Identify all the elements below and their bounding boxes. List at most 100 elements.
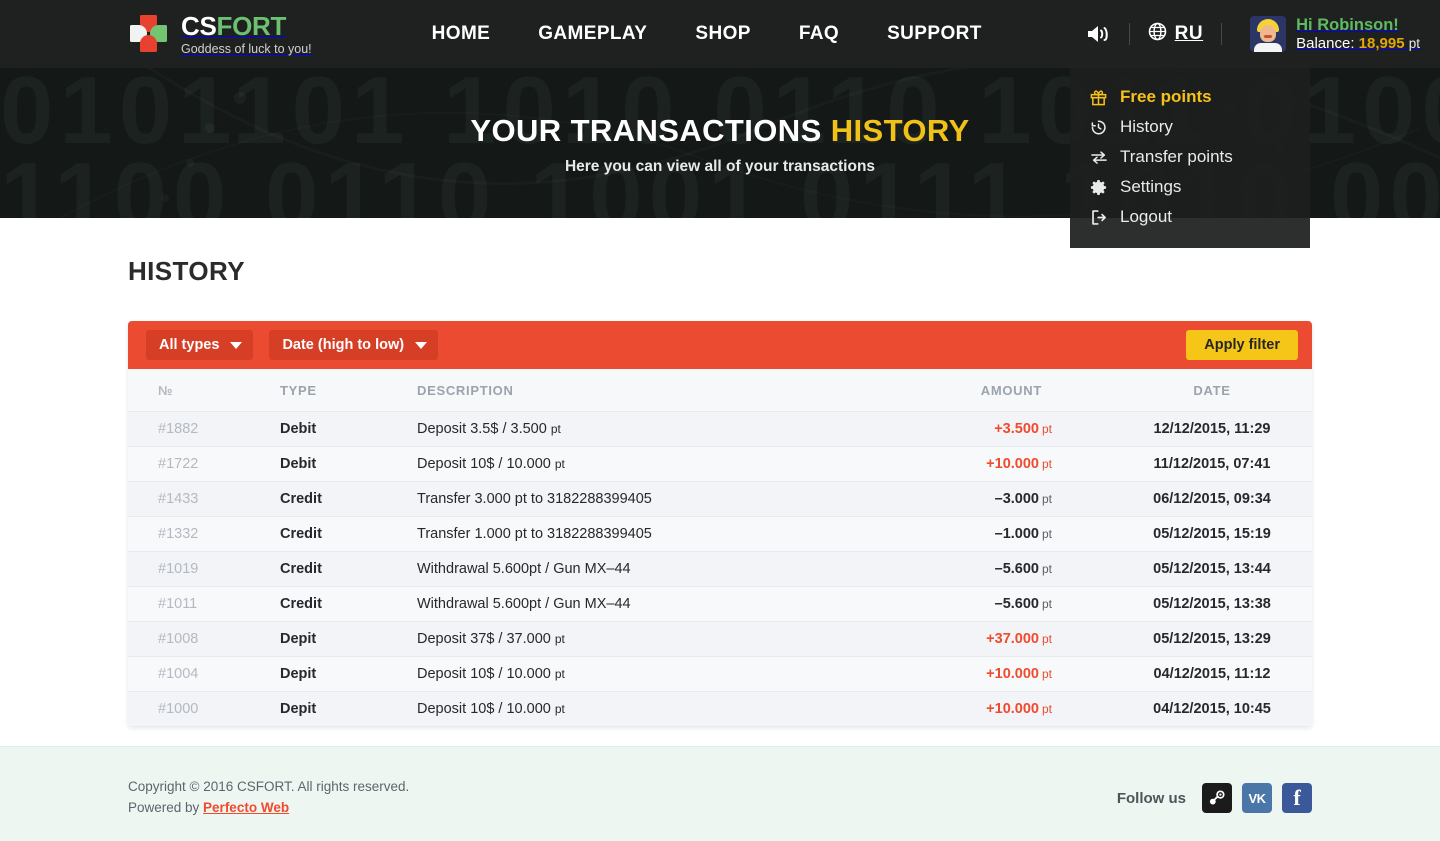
user-menu-item-settings[interactable]: Settings bbox=[1070, 172, 1310, 202]
cell-description: Deposit 37$ / 37.000 pt bbox=[417, 631, 882, 647]
main-content: HISTORY All types Date (high to low) App… bbox=[0, 256, 1440, 746]
sort-filter-select[interactable]: Date (high to low) bbox=[269, 330, 439, 360]
amount-unit: pt bbox=[1041, 527, 1052, 541]
description-main: Transfer 3.000 pt to 3182288399405 bbox=[417, 491, 652, 507]
user-menu-label: Settings bbox=[1120, 177, 1182, 196]
description-unit: pt bbox=[554, 702, 565, 716]
table-row[interactable]: #1000 Depit Deposit 10$ / 10.000 pt +10.000… bbox=[128, 691, 1312, 726]
banner-title-main: YOUR TRANSACTIONS bbox=[470, 113, 822, 148]
description-main: Deposit 3.5$ / 3.500 bbox=[417, 421, 547, 437]
user-menu-item-logout[interactable]: Logout bbox=[1070, 202, 1310, 232]
amount-value: +10.000 bbox=[986, 701, 1039, 717]
cell-date: 05/12/2015, 13:29 bbox=[1153, 631, 1271, 647]
cell-amount: –3.000 pt bbox=[882, 491, 1112, 507]
amount-value: –1.000 bbox=[994, 526, 1039, 542]
cell-description: Deposit 10$ / 10.000 pt bbox=[417, 701, 882, 717]
cell-num: #1011 bbox=[158, 596, 198, 612]
vk-glyph: VK bbox=[1248, 790, 1266, 806]
description-unit: pt bbox=[554, 457, 565, 471]
user-menu-label: History bbox=[1120, 117, 1173, 136]
user-menu-item-free-points[interactable]: Free points bbox=[1070, 82, 1310, 112]
steam-icon[interactable] bbox=[1202, 783, 1232, 813]
user-menu-item-history[interactable]: History bbox=[1070, 112, 1310, 142]
speaker-on-icon[interactable] bbox=[1085, 23, 1111, 45]
cell-date: 04/12/2015, 10:45 bbox=[1153, 701, 1271, 717]
cell-description: Deposit 3.5$ / 3.500 pt bbox=[417, 421, 882, 437]
apply-filter-button[interactable]: Apply filter bbox=[1186, 330, 1298, 360]
cell-amount: –5.600 pt bbox=[882, 596, 1112, 612]
cell-date: 05/12/2015, 13:44 bbox=[1153, 561, 1271, 577]
type-filter-select[interactable]: All types bbox=[146, 330, 254, 360]
cell-type: Depit bbox=[280, 631, 317, 647]
column-header-type: TYPE bbox=[280, 382, 317, 398]
clover-hearts-logo-icon bbox=[128, 13, 170, 55]
description-main: Deposit 37$ / 37.000 bbox=[417, 631, 551, 647]
amount-value: +3.500 bbox=[994, 421, 1039, 437]
table-row[interactable]: #1008 Depit Deposit 37$ / 37.000 pt +37.000… bbox=[128, 621, 1312, 656]
amount-value: +10.000 bbox=[986, 456, 1039, 472]
follow-us-label: Follow us bbox=[1116, 789, 1186, 807]
cell-date: 12/12/2015, 11:29 bbox=[1153, 421, 1271, 437]
table-row[interactable]: #1882 Debit Deposit 3.5$ / 3.500 pt +3.500 p… bbox=[128, 411, 1312, 446]
cell-type: Credit bbox=[280, 491, 322, 507]
cell-description: Transfer 1.000 pt to 3182288399405 bbox=[417, 526, 882, 542]
amount-value: +37.000 bbox=[986, 631, 1039, 647]
nav-item-gameplay[interactable]: GAMEPLAY bbox=[514, 23, 671, 45]
language-switcher[interactable]: RU bbox=[1148, 22, 1203, 46]
cell-type: Debit bbox=[280, 456, 317, 472]
footer-left: Copyright © 2016 CSFORT. All rights rese… bbox=[128, 777, 409, 819]
cell-amount: +10.000 pt bbox=[882, 701, 1112, 717]
chevron-down-icon bbox=[230, 342, 243, 349]
cell-amount: –5.600 pt bbox=[882, 561, 1112, 577]
amount-unit: pt bbox=[1041, 597, 1052, 611]
nav-item-home[interactable]: HOME bbox=[408, 23, 515, 45]
description-unit: pt bbox=[554, 632, 565, 646]
table-row[interactable]: #1019 Credit Withdrawal 5.600pt / Gun MX–4… bbox=[128, 551, 1312, 586]
cell-num: #1019 bbox=[158, 561, 199, 577]
logo-title-main: CS bbox=[181, 10, 217, 41]
cell-type: Depit bbox=[280, 666, 317, 682]
description-main: Deposit 10$ / 10.000 bbox=[417, 701, 551, 717]
avatar bbox=[1250, 16, 1287, 52]
table-row[interactable]: #1011 Credit Withdrawal 5.600pt / Gun MX–4… bbox=[128, 586, 1312, 621]
banner-title-highlight: HISTORY bbox=[830, 113, 970, 148]
cell-description: Withdrawal 5.600pt / Gun MX–44 bbox=[417, 596, 882, 612]
amount-unit: pt bbox=[1041, 632, 1052, 646]
table-row[interactable]: #1332 Credit Transfer 1.000 pt to 31822883… bbox=[128, 516, 1312, 551]
user-greeting: Hi Robinson! bbox=[1296, 15, 1399, 34]
table-row[interactable]: #1722 Debit Deposit 10$ / 10.000 pt +10.000… bbox=[128, 446, 1312, 481]
sort-filter-value: Date (high to low) bbox=[282, 337, 405, 353]
nav-item-shop[interactable]: SHOP bbox=[671, 23, 774, 45]
table-row[interactable]: #1004 Depit Deposit 10$ / 10.000 pt +10.000… bbox=[128, 656, 1312, 691]
facebook-icon[interactable]: f bbox=[1282, 783, 1312, 813]
user-menu-label: Transfer points bbox=[1120, 147, 1233, 166]
transfer-arrows-icon bbox=[1090, 149, 1116, 166]
logo-link[interactable]: CSFORT Goddess of luck to you! bbox=[128, 13, 312, 56]
nav-item-faq[interactable]: FAQ bbox=[775, 23, 863, 45]
transactions-table: № TYPE DESCRIPTION AMOUNT DATE #1882 Debi… bbox=[128, 369, 1312, 726]
user-menu-item-transfer-points[interactable]: Transfer points bbox=[1070, 142, 1310, 172]
header-divider-1 bbox=[1128, 23, 1130, 45]
cell-num: #1332 bbox=[158, 526, 199, 542]
nav-item-support[interactable]: SUPPORT bbox=[863, 23, 1006, 45]
description-main: Withdrawal 5.600pt / Gun MX–44 bbox=[417, 561, 631, 577]
user-account-button[interactable]: Hi Robinson! Balance: 18,995 pt bbox=[1250, 16, 1420, 52]
cell-num: #1433 bbox=[158, 491, 199, 507]
user-menu-label: Free points bbox=[1120, 87, 1212, 106]
powered-by-prefix: Powered by bbox=[128, 800, 204, 815]
cell-num: #1000 bbox=[158, 701, 199, 717]
vk-icon[interactable]: VK bbox=[1242, 783, 1272, 813]
cell-date: 05/12/2015, 13:38 bbox=[1153, 596, 1271, 612]
perfecto-web-link[interactable]: Perfecto Web bbox=[203, 800, 289, 815]
cell-description: Transfer 3.000 pt to 3182288399405 bbox=[417, 491, 882, 507]
gift-icon bbox=[1090, 89, 1116, 106]
cell-description: Deposit 10$ / 10.000 pt bbox=[417, 456, 882, 472]
column-header-amount: AMOUNT bbox=[980, 382, 1042, 398]
cell-amount: +10.000 pt bbox=[882, 666, 1112, 682]
logo-title-accent: FORT bbox=[216, 10, 287, 41]
page-title: HISTORY bbox=[128, 256, 245, 286]
table-row[interactable]: #1433 Credit Transfer 3.000 pt to 31822883… bbox=[128, 481, 1312, 516]
description-main: Withdrawal 5.600pt / Gun MX–44 bbox=[417, 596, 631, 612]
description-unit: pt bbox=[554, 667, 565, 681]
main-nav: HOME GAMEPLAY SHOP FAQ SUPPORT bbox=[408, 23, 1006, 45]
